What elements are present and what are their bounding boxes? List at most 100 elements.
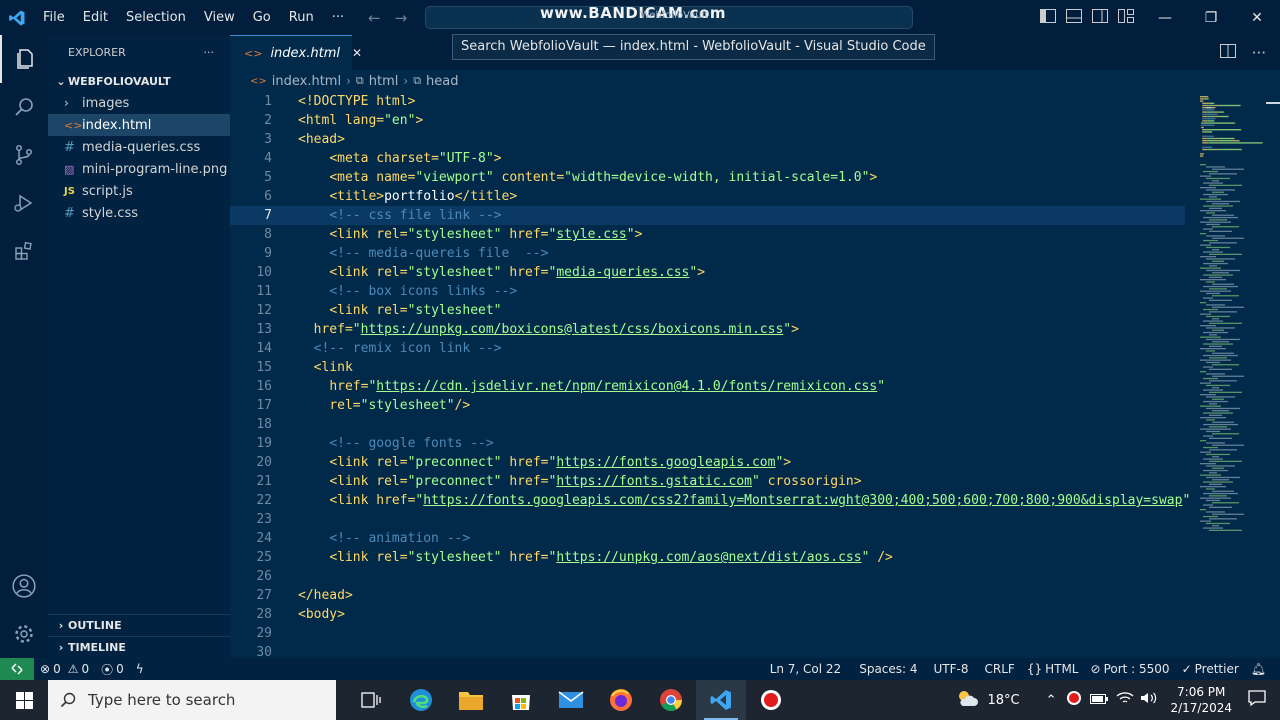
- weather-cloud-icon[interactable]: [955, 688, 979, 712]
- problems-indicator[interactable]: ⊗ 0 ⚠ 0: [34, 662, 95, 676]
- windows-start-icon[interactable]: [0, 680, 48, 720]
- forward-arrow-icon[interactable]: →: [395, 9, 408, 27]
- tree-item-images[interactable]: › images: [48, 92, 230, 114]
- search-icon[interactable]: [0, 83, 48, 131]
- outline-section[interactable]: › OUTLINE: [48, 614, 230, 636]
- breadcrumb-html[interactable]: html: [369, 74, 399, 89]
- tree-item-media-queries-css[interactable]: # media-queries.css: [48, 136, 230, 158]
- toggle-secondary-sidebar-icon[interactable]: [1092, 8, 1108, 27]
- prettier-status[interactable]: ✓ Prettier: [1176, 662, 1245, 676]
- end-of-line[interactable]: CRLF: [979, 662, 1021, 676]
- toggle-panel-icon[interactable]: [1066, 8, 1082, 27]
- menu-run[interactable]: Run: [280, 0, 323, 35]
- mail-icon[interactable]: [546, 680, 596, 720]
- close-window-icon[interactable]: ✕: [1234, 0, 1280, 35]
- task-view-icon[interactable]: [346, 680, 396, 720]
- code-line[interactable]: 25 <link rel="stylesheet" href="https://…: [230, 548, 1185, 567]
- extensions-icon[interactable]: [0, 227, 48, 275]
- file-explorer-icon[interactable]: [446, 680, 496, 720]
- battery-icon[interactable]: [1090, 693, 1109, 708]
- code-line[interactable]: 13 href="https://unpkg.com/boxicons@late…: [230, 320, 1185, 339]
- live-server-port[interactable]: ⊘ Port : 5500: [1085, 662, 1176, 676]
- lightning-icon[interactable]: ϟ: [130, 662, 150, 676]
- toggle-primary-sidebar-icon[interactable]: [1040, 8, 1056, 27]
- code-line[interactable]: 19 <!-- google fonts -->: [230, 434, 1185, 453]
- menu-go[interactable]: Go: [244, 0, 280, 35]
- code-line[interactable]: 17 rel="stylesheet"/>: [230, 396, 1185, 415]
- code-line[interactable]: 18: [230, 415, 1185, 434]
- source-control-icon[interactable]: [0, 131, 48, 179]
- taskbar-search-input[interactable]: Type here to search: [48, 680, 336, 720]
- ports-indicator[interactable]: ⦿ 0: [95, 661, 130, 678]
- run-debug-icon[interactable]: [0, 179, 48, 227]
- code-line[interactable]: 8 <link rel="stylesheet" href= "style.css…: [230, 225, 1185, 244]
- remote-indicator-icon[interactable]: [0, 658, 34, 680]
- menu-more[interactable]: ···: [323, 0, 353, 35]
- menu-edit[interactable]: Edit: [74, 0, 117, 35]
- code-line[interactable]: 15 <link: [230, 358, 1185, 377]
- minimap[interactable]: [1190, 92, 1270, 658]
- code-line[interactable]: 20 <link rel="preconnect" href="https://…: [230, 453, 1185, 472]
- tab-close-icon[interactable]: ✕: [352, 46, 362, 60]
- chrome-icon[interactable]: [646, 680, 696, 720]
- tree-item-script-js[interactable]: JS script.js: [48, 180, 230, 202]
- vscode-logo-icon[interactable]: [0, 0, 34, 35]
- microsoft-store-icon[interactable]: [496, 680, 546, 720]
- code-line[interactable]: 11 <!-- box icons links -->: [230, 282, 1185, 301]
- editor-more-actions-icon[interactable]: ···: [1252, 44, 1266, 62]
- code-line[interactable]: 9 <!-- media-quereis file -->: [230, 244, 1185, 263]
- code-line[interactable]: 21 <link rel="preconnect" href= "https://…: [230, 472, 1185, 491]
- split-editor-icon[interactable]: [1219, 43, 1236, 62]
- notification-center-icon[interactable]: [1240, 690, 1280, 710]
- temperature[interactable]: 18°C: [987, 693, 1019, 708]
- back-arrow-icon[interactable]: ←: [368, 9, 381, 27]
- customize-layout-icon[interactable]: [1118, 8, 1134, 27]
- code-line[interactable]: 26: [230, 567, 1185, 586]
- code-line[interactable]: 3 <head>: [230, 130, 1185, 149]
- volume-icon[interactable]: [1140, 691, 1158, 709]
- code-line[interactable]: 22 <link href="https://fonts.googleapis.…: [230, 491, 1190, 510]
- code-line[interactable]: 4 <meta charset="UTF-8">: [230, 149, 1185, 168]
- code-editor[interactable]: 1 <!DOCTYPE html> 2 <html lang="en"> 3 <head>…: [230, 92, 1280, 660]
- chevron-up-icon[interactable]: ⌃: [1046, 693, 1057, 708]
- code-line[interactable]: 1 <!DOCTYPE html>: [230, 92, 1185, 111]
- scrollbar-marker[interactable]: [1266, 102, 1280, 104]
- encoding[interactable]: UTF-8: [928, 662, 975, 676]
- language-mode[interactable]: {} HTML: [1021, 662, 1085, 676]
- tree-item-index-html[interactable]: <> index.html: [48, 114, 230, 136]
- code-line[interactable]: 2 <html lang="en">: [230, 111, 1185, 130]
- tree-item-mini-program-line-png[interactable]: ▨ mini-program-line.png: [48, 158, 230, 180]
- wifi-icon[interactable]: [1116, 691, 1134, 709]
- more-actions-icon[interactable]: ···: [204, 46, 215, 59]
- record-tray-icon[interactable]: [1066, 690, 1082, 710]
- bandicam-record-icon[interactable]: [746, 680, 796, 720]
- code-line[interactable]: 29: [230, 624, 1185, 643]
- code-line[interactable]: 10 <link rel="stylesheet" href="media-qu…: [230, 263, 1185, 282]
- code-line[interactable]: 28 <body>: [230, 605, 1185, 624]
- menu-view[interactable]: View: [195, 0, 244, 35]
- notifications-bell-icon[interactable]: 🔔︎: [1245, 662, 1272, 676]
- code-line[interactable]: 12 <link rel="stylesheet": [230, 301, 1185, 320]
- code-line[interactable]: 24 <!-- animation -->: [230, 529, 1185, 548]
- code-line[interactable]: 23: [230, 510, 1185, 529]
- tab-index-html[interactable]: <> index.html ✕: [230, 35, 362, 70]
- restore-icon[interactable]: ❐: [1188, 0, 1234, 35]
- accounts-icon[interactable]: [0, 562, 48, 610]
- firefox-icon[interactable]: [596, 680, 646, 720]
- code-line[interactable]: 14 <!-- remix icon link -->: [230, 339, 1185, 358]
- code-line[interactable]: 6 <title>portfolio</title>: [230, 187, 1185, 206]
- settings-gear-icon[interactable]: [0, 610, 48, 658]
- vscode-taskbar-icon[interactable]: [696, 680, 746, 720]
- cursor-position[interactable]: Ln 7, Col 22: [764, 662, 848, 676]
- clock[interactable]: 7:06 PM 2/17/2024: [1162, 684, 1240, 716]
- tree-item-style-css[interactable]: # style.css: [48, 202, 230, 224]
- menu-file[interactable]: File: [34, 0, 74, 35]
- code-line[interactable]: 16 href= "https://cdn.jsdelivr.net/npm/re…: [230, 377, 1185, 396]
- minimize-icon[interactable]: —: [1142, 0, 1188, 35]
- breadcrumb-head[interactable]: head: [426, 74, 458, 89]
- code-line[interactable]: 5 <meta name="viewport" content="width=d…: [230, 168, 1185, 187]
- code-line[interactable]: 27 </head>: [230, 586, 1185, 605]
- edge-browser-icon[interactable]: [396, 680, 446, 720]
- breadcrumb-file[interactable]: index.html: [272, 74, 341, 89]
- menu-selection[interactable]: Selection: [117, 0, 195, 35]
